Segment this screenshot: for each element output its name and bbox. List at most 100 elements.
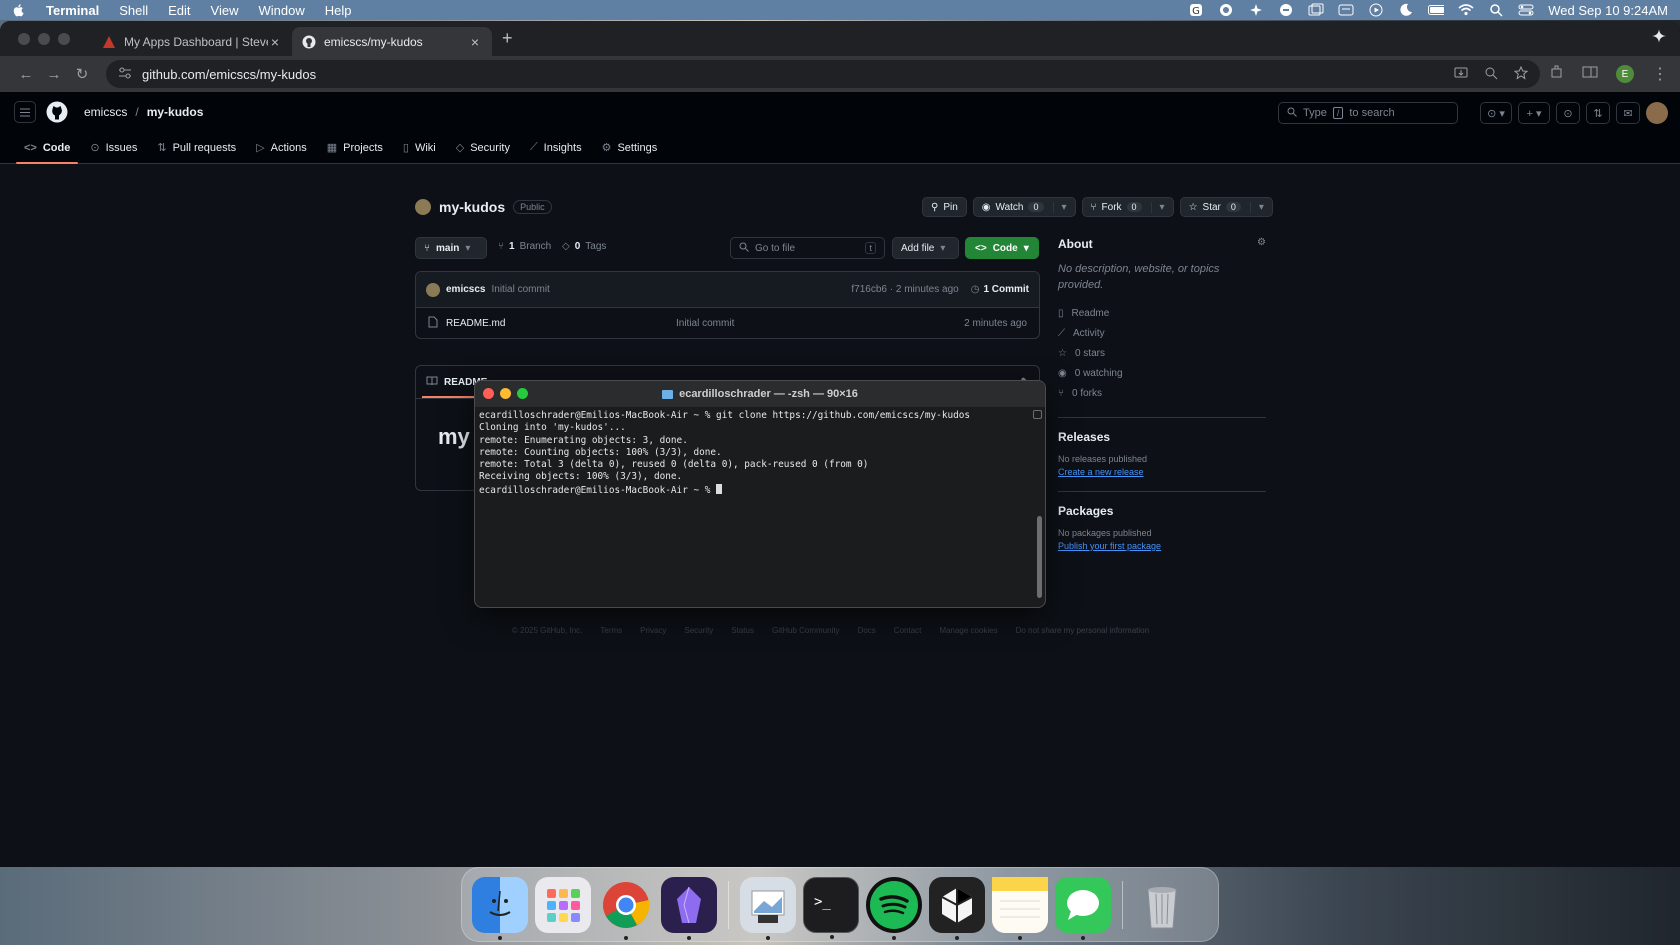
spotlight-search-icon[interactable] bbox=[1488, 3, 1504, 17]
split-view-icon[interactable] bbox=[1582, 65, 1598, 84]
window-icon[interactable] bbox=[1308, 3, 1324, 17]
site-settings-icon[interactable] bbox=[118, 67, 132, 82]
minimize-window-button[interactable] bbox=[500, 388, 511, 399]
spotify-icon[interactable] bbox=[866, 876, 922, 940]
install-app-icon[interactable] bbox=[1454, 66, 1468, 83]
footer-link[interactable]: Status bbox=[731, 626, 754, 635]
zoom-icon[interactable] bbox=[1484, 66, 1498, 83]
profile-avatar[interactable]: E bbox=[1616, 65, 1634, 83]
commit-author[interactable]: emicscs bbox=[446, 284, 485, 295]
chevron-down-icon[interactable]: ▾ bbox=[1150, 201, 1165, 213]
watching-link[interactable]: ◉ 0 watching bbox=[1058, 363, 1266, 383]
unity-icon[interactable] bbox=[929, 876, 985, 940]
tab-insights[interactable]: ⟋ Insights bbox=[522, 141, 590, 164]
author-avatar[interactable] bbox=[426, 282, 440, 297]
github-logo-icon[interactable] bbox=[46, 101, 68, 123]
back-button[interactable]: ← bbox=[12, 66, 40, 83]
pull-requests-shortcut-icon[interactable]: ⇅ bbox=[1586, 102, 1610, 124]
publish-package-link[interactable]: Publish your first package bbox=[1058, 541, 1266, 551]
footer-link[interactable]: Do not share my personal information bbox=[1016, 626, 1149, 635]
wifi-icon[interactable] bbox=[1458, 3, 1474, 17]
add-file-button[interactable]: Add file ▾ bbox=[892, 237, 959, 259]
close-tab-icon[interactable]: × bbox=[468, 34, 482, 50]
menu-view[interactable]: View bbox=[211, 3, 239, 18]
create-release-link[interactable]: Create a new release bbox=[1058, 467, 1266, 477]
footer-link[interactable]: Contact bbox=[894, 626, 922, 635]
tab-projects[interactable]: ▦ Projects bbox=[319, 141, 391, 164]
chevron-down-icon[interactable]: ▾ bbox=[1052, 201, 1067, 213]
obsidian-icon[interactable] bbox=[661, 876, 717, 940]
github-search-input[interactable]: Type / to search bbox=[1278, 102, 1458, 124]
apple-icon[interactable] bbox=[12, 3, 26, 17]
star-button[interactable]: ☆ Star 0 ▾ bbox=[1179, 197, 1273, 217]
terminal-prompt-line[interactable]: ecardilloschrader@Emilios-MacBook-Air ~ … bbox=[479, 483, 1041, 497]
releases-title[interactable]: Releases bbox=[1058, 430, 1266, 444]
commit-message[interactable]: Initial commit bbox=[491, 284, 549, 295]
footer-link[interactable]: Privacy bbox=[640, 626, 666, 635]
terminal-output[interactable]: ecardilloschrader@Emilios-MacBook-Air ~ … bbox=[475, 407, 1045, 500]
terminal-titlebar[interactable]: ecardilloschrader — -zsh — 90×16 bbox=[475, 381, 1045, 407]
extensions-icon[interactable] bbox=[1550, 65, 1564, 84]
forks-link[interactable]: ⑂ 0 forks bbox=[1058, 383, 1266, 403]
control-center-icon[interactable] bbox=[1518, 3, 1534, 17]
go-to-file-input[interactable]: Go to file t bbox=[730, 237, 885, 259]
browser-tab-repo[interactable]: emicscs/my-kudos × bbox=[292, 27, 492, 56]
owner-avatar[interactable] bbox=[415, 199, 431, 215]
menu-window[interactable]: Window bbox=[259, 3, 305, 18]
breadcrumb-repo[interactable]: my-kudos bbox=[147, 105, 204, 119]
zoom-window-button[interactable] bbox=[58, 32, 70, 45]
tab-security[interactable]: ◇ Security bbox=[448, 141, 518, 164]
minimize-window-button[interactable] bbox=[38, 32, 50, 45]
packages-title[interactable]: Packages bbox=[1058, 504, 1266, 518]
terminal-scrollbar[interactable] bbox=[1037, 516, 1042, 598]
menu-shell[interactable]: Shell bbox=[119, 3, 148, 18]
tab-issues[interactable]: ⊙ Issues bbox=[82, 141, 145, 164]
zoom-window-button[interactable] bbox=[517, 388, 528, 399]
repo-title[interactable]: my-kudos bbox=[439, 199, 505, 215]
terminal-icon[interactable]: >_ bbox=[803, 876, 859, 939]
commits-link[interactable]: ◷ 1 Commit bbox=[971, 284, 1029, 295]
footer-link[interactable]: GitHub Community bbox=[772, 626, 840, 635]
notes-icon[interactable] bbox=[992, 876, 1048, 940]
status-app-icon[interactable]: G bbox=[1188, 3, 1204, 17]
scroll-mode-icon[interactable] bbox=[1033, 410, 1042, 419]
finder-icon[interactable] bbox=[472, 876, 528, 940]
close-tab-icon[interactable]: × bbox=[268, 34, 282, 50]
footer-link[interactable]: Manage cookies bbox=[939, 626, 997, 635]
battery-icon[interactable] bbox=[1428, 3, 1445, 17]
launchpad-icon[interactable] bbox=[535, 876, 591, 933]
preview-icon[interactable] bbox=[740, 876, 796, 940]
footer-link[interactable]: Terms bbox=[600, 626, 622, 635]
forward-button[interactable]: → bbox=[40, 66, 68, 83]
tab-wiki[interactable]: ▯ Wiki bbox=[395, 141, 444, 164]
grammarly-icon[interactable] bbox=[1218, 3, 1234, 17]
copilot-button[interactable]: ⊙ ▾ bbox=[1480, 102, 1512, 124]
branch-select-button[interactable]: ⑂ main ▾ bbox=[415, 237, 487, 259]
reload-button[interactable]: ↻ bbox=[68, 65, 96, 83]
pin-button[interactable]: ⚲ Pin bbox=[922, 197, 967, 217]
tab-pull-requests[interactable]: ⇅ Pull requests bbox=[149, 141, 244, 164]
footer-link[interactable]: Security bbox=[684, 626, 713, 635]
watch-button[interactable]: ◉ Watch 0 ▾ bbox=[972, 197, 1076, 217]
commit-hash-time[interactable]: f716cb6 · 2 minutes ago bbox=[851, 284, 958, 295]
tab-settings[interactable]: ⚙ Settings bbox=[594, 141, 666, 164]
new-tab-button[interactable]: + bbox=[502, 28, 513, 49]
close-window-button[interactable] bbox=[18, 32, 30, 45]
display-icon[interactable] bbox=[1338, 3, 1354, 17]
menu-clock[interactable]: Wed Sep 10 9:24AM bbox=[1548, 3, 1668, 18]
moon-icon[interactable] bbox=[1398, 3, 1414, 17]
create-new-button[interactable]: + ▾ bbox=[1518, 102, 1550, 124]
fork-button[interactable]: ⑂ Fork 0 ▾ bbox=[1081, 197, 1174, 217]
branches-link[interactable]: ⑂ 1 Branch bbox=[498, 241, 551, 252]
inbox-icon[interactable]: ✉ bbox=[1616, 102, 1640, 124]
terminal-window[interactable]: ecardilloschrader — -zsh — 90×16 ecardil… bbox=[474, 380, 1046, 608]
file-commit-message[interactable]: Initial commit bbox=[676, 318, 734, 329]
trash-icon[interactable] bbox=[1134, 877, 1190, 933]
footer-link[interactable]: Docs bbox=[858, 626, 876, 635]
file-name[interactable]: README.md bbox=[446, 318, 505, 329]
user-avatar[interactable] bbox=[1646, 102, 1668, 124]
menu-edit[interactable]: Edit bbox=[168, 3, 190, 18]
messages-icon[interactable] bbox=[1055, 876, 1111, 940]
chevron-down-icon[interactable]: ▾ bbox=[1249, 201, 1264, 213]
issues-shortcut-icon[interactable]: ⊙ bbox=[1556, 102, 1580, 124]
